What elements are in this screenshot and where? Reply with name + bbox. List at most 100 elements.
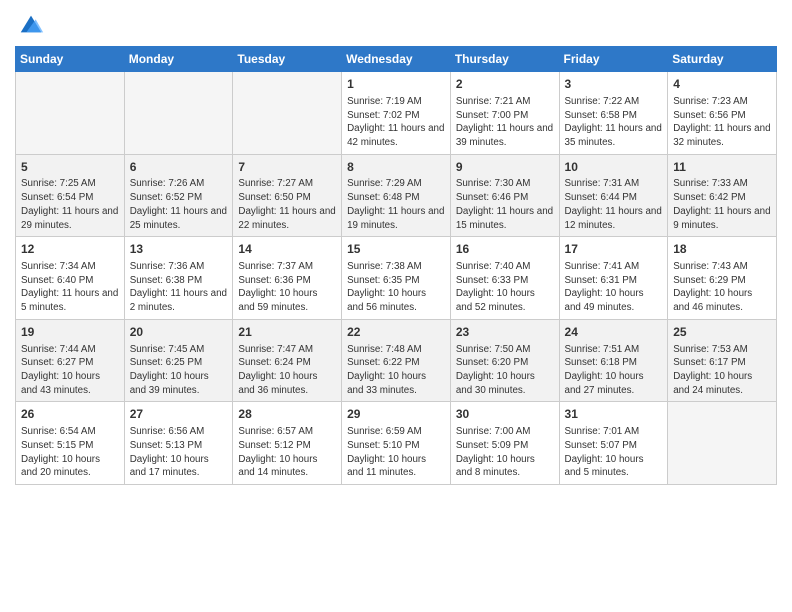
day-number: 2 (456, 76, 554, 93)
calendar-day-cell: 1 Sunrise: 7:19 AM Sunset: 7:02 PM Daylig… (342, 72, 451, 155)
day-info: Sunrise: 6:56 AM Sunset: 5:13 PM Dayligh… (130, 425, 228, 480)
day-number: 3 (565, 76, 663, 93)
day-info: Sunrise: 7:19 AM Sunset: 7:02 PM Dayligh… (347, 95, 445, 150)
day-info: Sunrise: 7:33 AM Sunset: 6:42 PM Dayligh… (673, 177, 771, 232)
day-number: 6 (130, 159, 228, 176)
day-of-week-header: Saturday (668, 47, 777, 72)
day-number: 11 (673, 159, 771, 176)
day-number: 12 (21, 241, 119, 258)
day-info: Sunrise: 7:50 AM Sunset: 6:20 PM Dayligh… (456, 343, 554, 398)
day-info: Sunrise: 7:51 AM Sunset: 6:18 PM Dayligh… (565, 343, 663, 398)
calendar-day-cell: 14 Sunrise: 7:37 AM Sunset: 6:36 PM Dayli… (233, 237, 342, 320)
day-number: 14 (238, 241, 336, 258)
day-number: 25 (673, 324, 771, 341)
calendar-week-row: 5Sunrise: 7:25 AM Sunset: 6:54 PM Daylig… (16, 154, 777, 237)
day-number: 4 (673, 76, 771, 93)
day-number: 31 (565, 406, 663, 423)
day-info: Sunrise: 7:45 AM Sunset: 6:25 PM Dayligh… (130, 343, 228, 398)
calendar-day-cell: 15 Sunrise: 7:38 AM Sunset: 6:35 PM Dayli… (342, 237, 451, 320)
calendar-day-cell: 29 Sunrise: 6:59 AM Sunset: 5:10 PM Dayli… (342, 402, 451, 485)
calendar-day-cell: 28 Sunrise: 6:57 AM Sunset: 5:12 PM Dayli… (233, 402, 342, 485)
day-info: Sunrise: 7:21 AM Sunset: 7:00 PM Dayligh… (456, 95, 554, 150)
calendar-day-cell: 21 Sunrise: 7:47 AM Sunset: 6:24 PM Dayli… (233, 319, 342, 402)
day-of-week-header: Thursday (450, 47, 559, 72)
day-number: 30 (456, 406, 554, 423)
day-number: 28 (238, 406, 336, 423)
day-info: Sunrise: 7:37 AM Sunset: 6:36 PM Dayligh… (238, 260, 336, 315)
calendar-day-cell (124, 72, 233, 155)
calendar-day-cell: 6Sunrise: 7:26 AM Sunset: 6:52 PM Daylig… (124, 154, 233, 237)
page-header (15, 10, 777, 38)
day-number: 24 (565, 324, 663, 341)
day-of-week-header: Tuesday (233, 47, 342, 72)
calendar-week-row: 26 Sunrise: 6:54 AM Sunset: 5:15 PM Dayli… (16, 402, 777, 485)
day-of-week-header: Monday (124, 47, 233, 72)
calendar-day-cell: 23 Sunrise: 7:50 AM Sunset: 6:20 PM Dayli… (450, 319, 559, 402)
calendar-week-row: 1 Sunrise: 7:19 AM Sunset: 7:02 PM Daylig… (16, 72, 777, 155)
calendar-week-row: 12 Sunrise: 7:34 AM Sunset: 6:40 PM Dayli… (16, 237, 777, 320)
calendar-day-cell: 30 Sunrise: 7:00 AM Sunset: 5:09 PM Dayli… (450, 402, 559, 485)
day-info: Sunrise: 7:22 AM Sunset: 6:58 PM Dayligh… (565, 95, 663, 150)
day-number: 7 (238, 159, 336, 176)
calendar-day-cell: 12 Sunrise: 7:34 AM Sunset: 6:40 PM Dayli… (16, 237, 125, 320)
day-info: Sunrise: 6:57 AM Sunset: 5:12 PM Dayligh… (238, 425, 336, 480)
day-number: 16 (456, 241, 554, 258)
day-number: 9 (456, 159, 554, 176)
day-number: 10 (565, 159, 663, 176)
day-number: 26 (21, 406, 119, 423)
logo-icon (17, 10, 45, 38)
calendar-day-cell: 27Sunrise: 6:56 AM Sunset: 5:13 PM Dayli… (124, 402, 233, 485)
calendar-header-row: SundayMondayTuesdayWednesdayThursdayFrid… (16, 47, 777, 72)
calendar-day-cell: 9Sunrise: 7:30 AM Sunset: 6:46 PM Daylig… (450, 154, 559, 237)
day-of-week-header: Sunday (16, 47, 125, 72)
day-info: Sunrise: 7:25 AM Sunset: 6:54 PM Dayligh… (21, 177, 119, 232)
day-info: Sunrise: 7:44 AM Sunset: 6:27 PM Dayligh… (21, 343, 119, 398)
day-info: Sunrise: 7:38 AM Sunset: 6:35 PM Dayligh… (347, 260, 445, 315)
calendar-week-row: 19 Sunrise: 7:44 AM Sunset: 6:27 PM Dayli… (16, 319, 777, 402)
day-info: Sunrise: 7:31 AM Sunset: 6:44 PM Dayligh… (565, 177, 663, 232)
calendar-day-cell: 26 Sunrise: 6:54 AM Sunset: 5:15 PM Dayli… (16, 402, 125, 485)
calendar-day-cell (233, 72, 342, 155)
day-info: Sunrise: 7:53 AM Sunset: 6:17 PM Dayligh… (673, 343, 771, 398)
calendar-day-cell: 2 Sunrise: 7:21 AM Sunset: 7:00 PM Daylig… (450, 72, 559, 155)
day-info: Sunrise: 7:41 AM Sunset: 6:31 PM Dayligh… (565, 260, 663, 315)
day-number: 8 (347, 159, 445, 176)
day-info: Sunrise: 7:23 AM Sunset: 6:56 PM Dayligh… (673, 95, 771, 150)
day-number: 19 (21, 324, 119, 341)
day-info: Sunrise: 7:34 AM Sunset: 6:40 PM Dayligh… (21, 260, 119, 315)
day-number: 23 (456, 324, 554, 341)
calendar-day-cell: 8Sunrise: 7:29 AM Sunset: 6:48 PM Daylig… (342, 154, 451, 237)
day-info: Sunrise: 7:36 AM Sunset: 6:38 PM Dayligh… (130, 260, 228, 315)
day-number: 21 (238, 324, 336, 341)
day-number: 5 (21, 159, 119, 176)
calendar-day-cell: 16Sunrise: 7:40 AM Sunset: 6:33 PM Dayli… (450, 237, 559, 320)
calendar-day-cell: 11Sunrise: 7:33 AM Sunset: 6:42 PM Dayli… (668, 154, 777, 237)
calendar-day-cell: 10Sunrise: 7:31 AM Sunset: 6:44 PM Dayli… (559, 154, 668, 237)
day-info: Sunrise: 6:54 AM Sunset: 5:15 PM Dayligh… (21, 425, 119, 480)
day-info: Sunrise: 7:00 AM Sunset: 5:09 PM Dayligh… (456, 425, 554, 480)
calendar-table: SundayMondayTuesdayWednesdayThursdayFrid… (15, 46, 777, 485)
day-number: 20 (130, 324, 228, 341)
day-number: 13 (130, 241, 228, 258)
calendar-day-cell: 7Sunrise: 7:27 AM Sunset: 6:50 PM Daylig… (233, 154, 342, 237)
calendar-day-cell: 18Sunrise: 7:43 AM Sunset: 6:29 PM Dayli… (668, 237, 777, 320)
day-number: 29 (347, 406, 445, 423)
calendar-day-cell: 25 Sunrise: 7:53 AM Sunset: 6:17 PM Dayli… (668, 319, 777, 402)
day-number: 1 (347, 76, 445, 93)
calendar-day-cell: 22Sunrise: 7:48 AM Sunset: 6:22 PM Dayli… (342, 319, 451, 402)
calendar-day-cell: 13 Sunrise: 7:36 AM Sunset: 6:38 PM Dayli… (124, 237, 233, 320)
day-info: Sunrise: 7:29 AM Sunset: 6:48 PM Dayligh… (347, 177, 445, 232)
calendar-day-cell: 5Sunrise: 7:25 AM Sunset: 6:54 PM Daylig… (16, 154, 125, 237)
day-info: Sunrise: 7:27 AM Sunset: 6:50 PM Dayligh… (238, 177, 336, 232)
day-info: Sunrise: 7:47 AM Sunset: 6:24 PM Dayligh… (238, 343, 336, 398)
day-info: Sunrise: 6:59 AM Sunset: 5:10 PM Dayligh… (347, 425, 445, 480)
day-number: 15 (347, 241, 445, 258)
calendar-day-cell: 31Sunrise: 7:01 AM Sunset: 5:07 PM Dayli… (559, 402, 668, 485)
calendar-day-cell: 19 Sunrise: 7:44 AM Sunset: 6:27 PM Dayli… (16, 319, 125, 402)
day-info: Sunrise: 7:43 AM Sunset: 6:29 PM Dayligh… (673, 260, 771, 315)
day-number: 22 (347, 324, 445, 341)
day-of-week-header: Friday (559, 47, 668, 72)
calendar-day-cell: 24 Sunrise: 7:51 AM Sunset: 6:18 PM Dayli… (559, 319, 668, 402)
day-info: Sunrise: 7:26 AM Sunset: 6:52 PM Dayligh… (130, 177, 228, 232)
logo (15, 10, 45, 38)
